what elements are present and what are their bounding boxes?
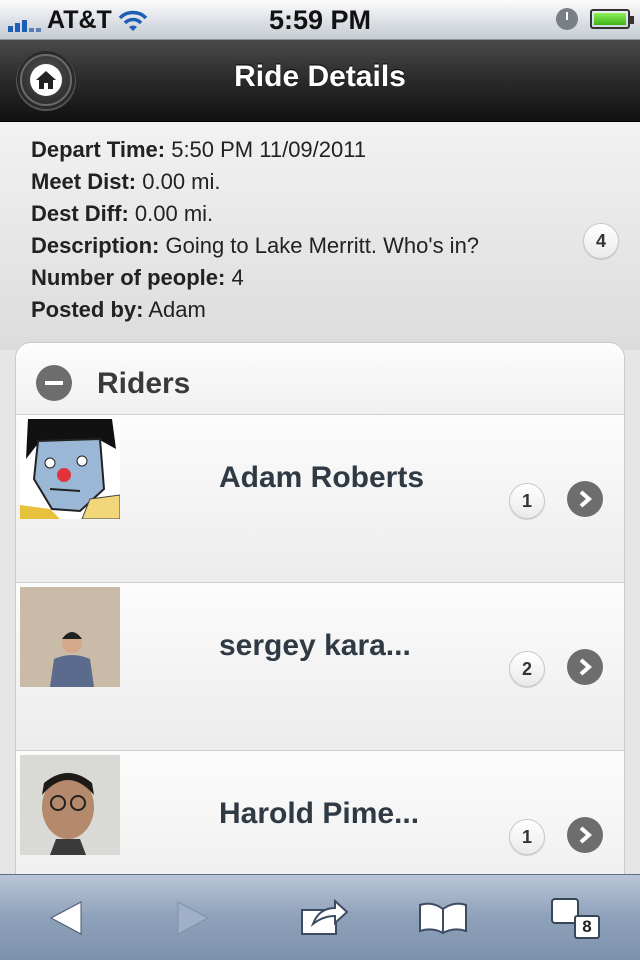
bookmarks-icon (419, 902, 467, 935)
collapse-icon[interactable] (36, 365, 72, 401)
rider-row[interactable]: sergey kara... 2 (16, 583, 624, 751)
description-value: Going to Lake Merritt. Who's in? (165, 233, 480, 258)
people-value: 4 (231, 265, 244, 290)
header-bar: Ride Details (0, 40, 640, 122)
dest-diff-value: 0.00 mi. (134, 201, 214, 226)
status-bar: AT&T 5:59 PM (0, 0, 640, 40)
riders-header[interactable]: Riders (16, 343, 624, 415)
posted-by-row: Posted by: Adam (31, 294, 479, 326)
chevron-right-icon[interactable] (567, 649, 603, 685)
dest-diff-label: Dest Diff: (31, 201, 129, 226)
status-time: 5:59 PM (268, 5, 372, 35)
depart-time-label: Depart Time: (31, 137, 166, 162)
rider-name: Adam Roberts (219, 461, 425, 494)
meet-dist-value: 0.00 mi. (142, 169, 221, 194)
rider-name: sergey kara... (219, 629, 411, 662)
browser-toolbar: 8 (0, 874, 640, 960)
meet-dist-label: Meet Dist: (31, 169, 137, 194)
posted-by-label: Posted by: (31, 297, 144, 322)
rider-avatar (20, 755, 120, 855)
rider-count-badge: 1 (509, 819, 545, 855)
bookmarks-button[interactable] (413, 895, 473, 941)
battery-icon (590, 9, 634, 29)
forward-button[interactable] (163, 895, 223, 941)
rider-row[interactable]: Adam Roberts 1 (16, 415, 624, 583)
meet-dist-row: Meet Dist: 0.00 mi. (31, 166, 479, 198)
description-row: Description: Going to Lake Merritt. Who'… (31, 230, 479, 262)
share-button[interactable] (294, 895, 354, 941)
people-count-badge: 4 (583, 223, 619, 259)
depart-time-value: 5:50 PM 11/09/2011 (171, 137, 367, 162)
rider-avatar (20, 419, 120, 519)
rider-name: Harold Pime... (219, 797, 420, 830)
people-label: Number of people: (31, 265, 226, 290)
ride-details: Depart Time: 5:50 PM 11/09/2011 Meet Dis… (0, 122, 640, 350)
page-title: Ride Details (234, 60, 406, 93)
description-label: Description: (31, 233, 160, 258)
tabs-count: 8 (574, 915, 600, 939)
rider-count-badge: 1 (509, 483, 545, 519)
forward-arrow-icon (177, 901, 210, 935)
alarm-clock-icon (556, 8, 578, 30)
riders-title: Riders (97, 367, 191, 400)
chevron-right-icon[interactable] (567, 817, 603, 853)
back-arrow-icon (49, 901, 82, 935)
people-row: Number of people: 4 (31, 262, 479, 294)
chevron-right-icon[interactable] (567, 481, 603, 517)
posted-by-value: Adam (148, 297, 206, 322)
tabs-button[interactable]: 8 (544, 895, 604, 941)
share-icon (301, 898, 349, 935)
riders-panel: Riders Adam Roberts 1 sergey kara... 2 H… (15, 342, 625, 902)
dest-diff-row: Dest Diff: 0.00 mi. (31, 198, 479, 230)
depart-time-row: Depart Time: 5:50 PM 11/09/2011 (31, 134, 479, 166)
rider-avatar (20, 587, 120, 687)
rider-count-badge: 2 (509, 651, 545, 687)
back-button[interactable] (36, 895, 96, 941)
